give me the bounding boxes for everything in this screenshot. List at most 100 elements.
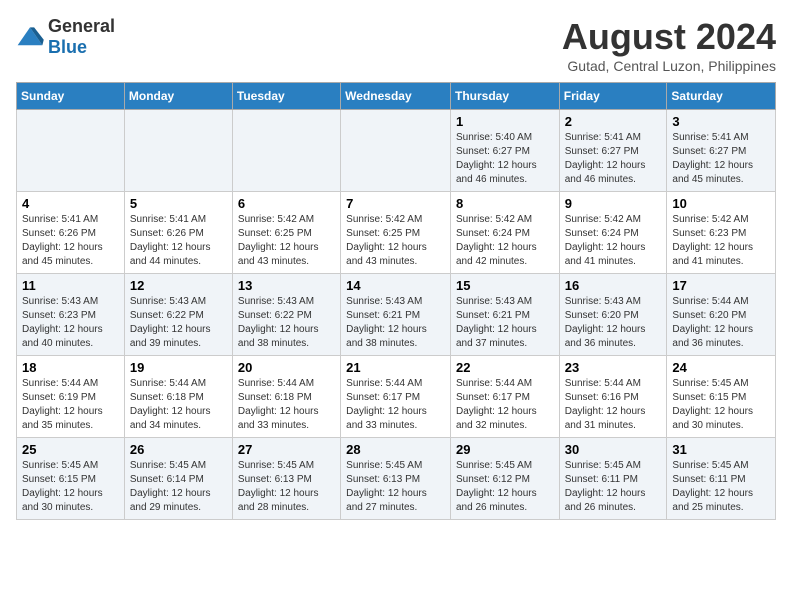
- day-info: Sunrise: 5:43 AM Sunset: 6:20 PM Dayligh…: [565, 296, 646, 349]
- day-number: 13: [238, 278, 335, 293]
- calendar-cell: 16 Sunrise: 5:43 AM Sunset: 6:20 PM Dayli…: [559, 274, 667, 356]
- day-info: Sunrise: 5:42 AM Sunset: 6:24 PM Dayligh…: [456, 214, 537, 267]
- calendar-week-row: 4 Sunrise: 5:41 AM Sunset: 6:26 PM Daylig…: [17, 192, 776, 274]
- day-number: 26: [130, 442, 227, 457]
- day-number: 16: [565, 278, 662, 293]
- calendar-cell: [124, 110, 232, 192]
- day-number: 28: [346, 442, 445, 457]
- day-info: Sunrise: 5:42 AM Sunset: 6:25 PM Dayligh…: [238, 214, 319, 267]
- title-section: August 2024 Gutad, Central Luzon, Philip…: [562, 16, 776, 74]
- calendar-week-row: 11 Sunrise: 5:43 AM Sunset: 6:23 PM Dayli…: [17, 274, 776, 356]
- calendar-body: 1Sunrise: 5:40 AM Sunset: 6:27 PM Daylig…: [17, 110, 776, 520]
- calendar-cell: 8 Sunrise: 5:42 AM Sunset: 6:24 PM Daylig…: [450, 192, 559, 274]
- day-number: 7: [346, 196, 445, 211]
- calendar-cell: 22 Sunrise: 5:44 AM Sunset: 6:17 PM Dayli…: [450, 356, 559, 438]
- day-info: Sunrise: 5:43 AM Sunset: 6:21 PM Dayligh…: [456, 296, 537, 349]
- calendar-cell: 7 Sunrise: 5:42 AM Sunset: 6:25 PM Daylig…: [341, 192, 451, 274]
- calendar-cell: 28Sunrise: 5:45 AM Sunset: 6:13 PM Dayli…: [341, 438, 451, 520]
- subtitle: Gutad, Central Luzon, Philippines: [562, 58, 776, 74]
- day-number: 19: [130, 360, 227, 375]
- day-number: 20: [238, 360, 335, 375]
- day-number: 5: [130, 196, 227, 211]
- day-of-week-header: Saturday: [667, 83, 776, 110]
- day-info: Sunrise: 5:44 AM Sunset: 6:17 PM Dayligh…: [456, 378, 537, 431]
- calendar-cell: 4 Sunrise: 5:41 AM Sunset: 6:26 PM Daylig…: [17, 192, 125, 274]
- calendar-cell: 13 Sunrise: 5:43 AM Sunset: 6:22 PM Dayli…: [232, 274, 340, 356]
- day-info: Sunrise: 5:43 AM Sunset: 6:22 PM Dayligh…: [130, 296, 211, 349]
- day-info: Sunrise: 5:42 AM Sunset: 6:23 PM Dayligh…: [672, 214, 753, 267]
- calendar-cell: 21Sunrise: 5:44 AM Sunset: 6:17 PM Dayli…: [341, 356, 451, 438]
- day-number: 14: [346, 278, 445, 293]
- calendar-week-row: 25 Sunrise: 5:45 AM Sunset: 6:15 PM Dayli…: [17, 438, 776, 520]
- calendar-cell: 12 Sunrise: 5:43 AM Sunset: 6:22 PM Dayli…: [124, 274, 232, 356]
- calendar-cell: 30Sunrise: 5:45 AM Sunset: 6:11 PM Dayli…: [559, 438, 667, 520]
- logo-general: General: [48, 16, 115, 36]
- day-number: 4: [22, 196, 119, 211]
- calendar-week-row: 1Sunrise: 5:40 AM Sunset: 6:27 PM Daylig…: [17, 110, 776, 192]
- calendar-cell: 1Sunrise: 5:40 AM Sunset: 6:27 PM Daylig…: [450, 110, 559, 192]
- day-number: 1: [456, 114, 554, 129]
- day-info: Sunrise: 5:44 AM Sunset: 6:19 PM Dayligh…: [22, 378, 103, 431]
- day-info: Sunrise: 5:42 AM Sunset: 6:25 PM Dayligh…: [346, 214, 427, 267]
- calendar-header-row: SundayMondayTuesdayWednesdayThursdayFrid…: [17, 83, 776, 110]
- day-info: Sunrise: 5:45 AM Sunset: 6:12 PM Dayligh…: [456, 460, 537, 513]
- calendar-cell: 10Sunrise: 5:42 AM Sunset: 6:23 PM Dayli…: [667, 192, 776, 274]
- day-of-week-header: Thursday: [450, 83, 559, 110]
- day-info: Sunrise: 5:43 AM Sunset: 6:22 PM Dayligh…: [238, 296, 319, 349]
- day-number: 8: [456, 196, 554, 211]
- calendar-cell: 11 Sunrise: 5:43 AM Sunset: 6:23 PM Dayli…: [17, 274, 125, 356]
- day-of-week-header: Monday: [124, 83, 232, 110]
- day-info: Sunrise: 5:45 AM Sunset: 6:13 PM Dayligh…: [238, 460, 319, 513]
- day-number: 23: [565, 360, 662, 375]
- day-info: Sunrise: 5:45 AM Sunset: 6:15 PM Dayligh…: [22, 460, 103, 513]
- main-title: August 2024: [562, 16, 776, 58]
- day-info: Sunrise: 5:44 AM Sunset: 6:16 PM Dayligh…: [565, 378, 646, 431]
- day-info: Sunrise: 5:41 AM Sunset: 6:27 PM Dayligh…: [672, 132, 753, 185]
- day-number: 25: [22, 442, 119, 457]
- day-of-week-header: Tuesday: [232, 83, 340, 110]
- logo-icon: [16, 26, 44, 48]
- day-info: Sunrise: 5:43 AM Sunset: 6:21 PM Dayligh…: [346, 296, 427, 349]
- day-info: Sunrise: 5:44 AM Sunset: 6:20 PM Dayligh…: [672, 296, 753, 349]
- day-number: 31: [672, 442, 770, 457]
- calendar-cell: 20 Sunrise: 5:44 AM Sunset: 6:18 PM Dayli…: [232, 356, 340, 438]
- calendar-cell: 3 Sunrise: 5:41 AM Sunset: 6:27 PM Daylig…: [667, 110, 776, 192]
- day-number: 9: [565, 196, 662, 211]
- day-number: 27: [238, 442, 335, 457]
- calendar-cell: 27 Sunrise: 5:45 AM Sunset: 6:13 PM Dayli…: [232, 438, 340, 520]
- calendar-cell: [232, 110, 340, 192]
- day-info: Sunrise: 5:45 AM Sunset: 6:11 PM Dayligh…: [672, 460, 753, 513]
- day-number: 15: [456, 278, 554, 293]
- day-info: Sunrise: 5:45 AM Sunset: 6:15 PM Dayligh…: [672, 378, 753, 431]
- calendar-cell: 17Sunrise: 5:44 AM Sunset: 6:20 PM Dayli…: [667, 274, 776, 356]
- day-of-week-header: Wednesday: [341, 83, 451, 110]
- day-number: 30: [565, 442, 662, 457]
- day-info: Sunrise: 5:41 AM Sunset: 6:27 PM Dayligh…: [565, 132, 646, 185]
- calendar-cell: 31 Sunrise: 5:45 AM Sunset: 6:11 PM Dayli…: [667, 438, 776, 520]
- day-info: Sunrise: 5:43 AM Sunset: 6:23 PM Dayligh…: [22, 296, 103, 349]
- calendar-cell: [17, 110, 125, 192]
- day-number: 29: [456, 442, 554, 457]
- calendar-cell: 19Sunrise: 5:44 AM Sunset: 6:18 PM Dayli…: [124, 356, 232, 438]
- calendar-cell: 29 Sunrise: 5:45 AM Sunset: 6:12 PM Dayli…: [450, 438, 559, 520]
- day-number: 11: [22, 278, 119, 293]
- calendar-cell: 25 Sunrise: 5:45 AM Sunset: 6:15 PM Dayli…: [17, 438, 125, 520]
- logo-blue: Blue: [48, 37, 87, 57]
- header: General Blue August 2024 Gutad, Central …: [16, 16, 776, 74]
- day-info: Sunrise: 5:45 AM Sunset: 6:14 PM Dayligh…: [130, 460, 211, 513]
- calendar-cell: 18Sunrise: 5:44 AM Sunset: 6:19 PM Dayli…: [17, 356, 125, 438]
- calendar-cell: 24 Sunrise: 5:45 AM Sunset: 6:15 PM Dayli…: [667, 356, 776, 438]
- day-number: 22: [456, 360, 554, 375]
- day-info: Sunrise: 5:41 AM Sunset: 6:26 PM Dayligh…: [22, 214, 103, 267]
- day-number: 2: [565, 114, 662, 129]
- calendar-cell: 26 Sunrise: 5:45 AM Sunset: 6:14 PM Dayli…: [124, 438, 232, 520]
- day-number: 21: [346, 360, 445, 375]
- calendar-cell: 2 Sunrise: 5:41 AM Sunset: 6:27 PM Daylig…: [559, 110, 667, 192]
- calendar-cell: [341, 110, 451, 192]
- day-number: 3: [672, 114, 770, 129]
- day-number: 12: [130, 278, 227, 293]
- day-info: Sunrise: 5:44 AM Sunset: 6:18 PM Dayligh…: [238, 378, 319, 431]
- calendar-week-row: 18Sunrise: 5:44 AM Sunset: 6:19 PM Dayli…: [17, 356, 776, 438]
- day-info: Sunrise: 5:42 AM Sunset: 6:24 PM Dayligh…: [565, 214, 646, 267]
- day-number: 24: [672, 360, 770, 375]
